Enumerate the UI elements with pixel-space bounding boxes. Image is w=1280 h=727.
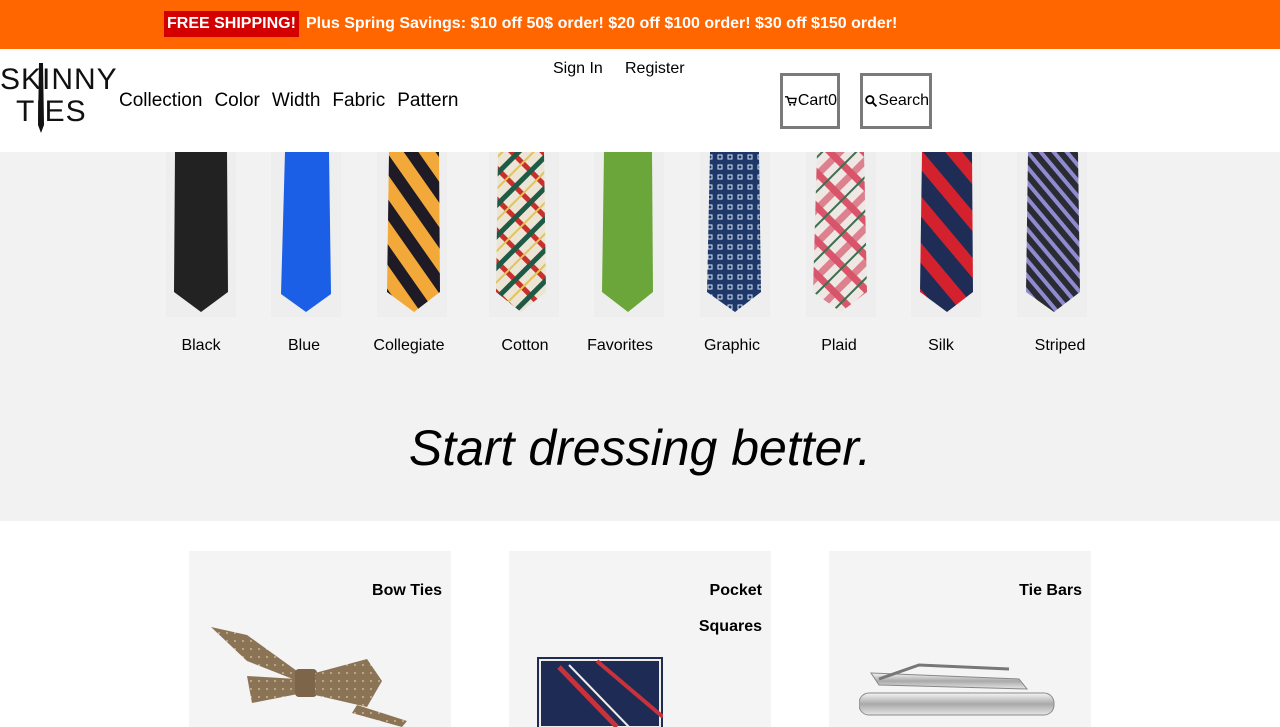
card-title-line-1: Bow Ties	[372, 582, 442, 599]
tie-favorites-image[interactable]	[589, 152, 669, 317]
sign-in-link[interactable]: Sign In	[553, 59, 603, 79]
tie-label-striped[interactable]: Striped	[1005, 337, 1115, 355]
card-title-line-1: Tie Bars	[1019, 582, 1082, 599]
category-card-bow-ties[interactable]: Bow Ties	[189, 551, 451, 727]
pocket-square-image	[537, 657, 663, 727]
nav-color[interactable]: Color	[214, 89, 259, 113]
promo-message: Plus Spring Savings: $10 off 50$ order! …	[306, 15, 898, 32]
card-title: Tie Bars	[1019, 573, 1082, 609]
tie-bar-image	[859, 663, 1055, 716]
bow-tie-image	[211, 627, 407, 727]
tie-plaid-image[interactable]	[801, 152, 881, 317]
nav-fabric[interactable]: Fabric	[332, 89, 385, 113]
main-nav: Collection Color Width Fabric Pattern	[119, 89, 458, 113]
tie-striped-image[interactable]	[1012, 152, 1092, 317]
nav-width[interactable]: Width	[272, 89, 321, 113]
tie-label-black[interactable]: Black	[146, 337, 256, 355]
logo-line-2: TIES	[16, 95, 87, 128]
cart-count: 0	[828, 92, 837, 109]
cart-icon	[785, 96, 797, 106]
tie-label-silk[interactable]: Silk	[886, 337, 996, 355]
cart-label: Cart	[797, 92, 829, 109]
tie-label-cotton[interactable]: Cotton	[470, 337, 580, 355]
tie-collegiate-image[interactable]	[372, 152, 452, 317]
site-logo[interactable]: SKINNY TIES	[0, 63, 117, 135]
search-icon	[865, 95, 878, 107]
promo-banner: FREE SHIPPING! Plus Spring Savings: $10 …	[0, 0, 1280, 49]
tie-blue-image[interactable]	[266, 152, 346, 317]
tie-cotton-image[interactable]	[484, 152, 564, 317]
register-link[interactable]: Register	[625, 59, 685, 79]
tie-label-plaid[interactable]: Plaid	[784, 337, 894, 355]
category-card-pocket-squares[interactable]: Pocket Squares	[509, 551, 771, 727]
tie-label-collegiate[interactable]: Collegiate	[354, 337, 464, 355]
tie-silk-image[interactable]	[906, 152, 986, 317]
category-card-tie-bars[interactable]: Tie Bars	[829, 551, 1091, 727]
logo-line-1: SKINNY	[0, 63, 118, 96]
card-title: Bow Ties	[372, 573, 442, 609]
logo-tie-icon	[38, 63, 44, 133]
nav-collection[interactable]: Collection	[119, 89, 202, 113]
tie-black-image[interactable]	[161, 152, 241, 317]
nav-pattern[interactable]: Pattern	[397, 89, 458, 113]
card-title: Pocket Squares	[699, 573, 762, 645]
tagline: Start dressing better.	[408, 420, 872, 476]
cart-button[interactable]: Cart 0	[780, 73, 840, 129]
site-header: SKINNY TIES Collection Color Width Fabri…	[0, 49, 1280, 152]
card-title-line-2: Squares	[698, 618, 762, 635]
tie-label-blue[interactable]: Blue	[249, 337, 359, 355]
tie-label-graphic[interactable]: Graphic	[677, 337, 787, 355]
tie-label-favorites[interactable]: Favorites	[565, 337, 675, 355]
search-label: Search	[878, 92, 929, 109]
search-button[interactable]: Search	[860, 73, 932, 129]
card-title-line-1: Pocket	[709, 582, 762, 599]
tie-graphic-image[interactable]	[695, 152, 775, 317]
free-shipping-badge: FREE SHIPPING!	[164, 11, 299, 37]
tie-category-strip: Black Blue Collegiate Cotton Favorites G…	[0, 152, 1280, 521]
